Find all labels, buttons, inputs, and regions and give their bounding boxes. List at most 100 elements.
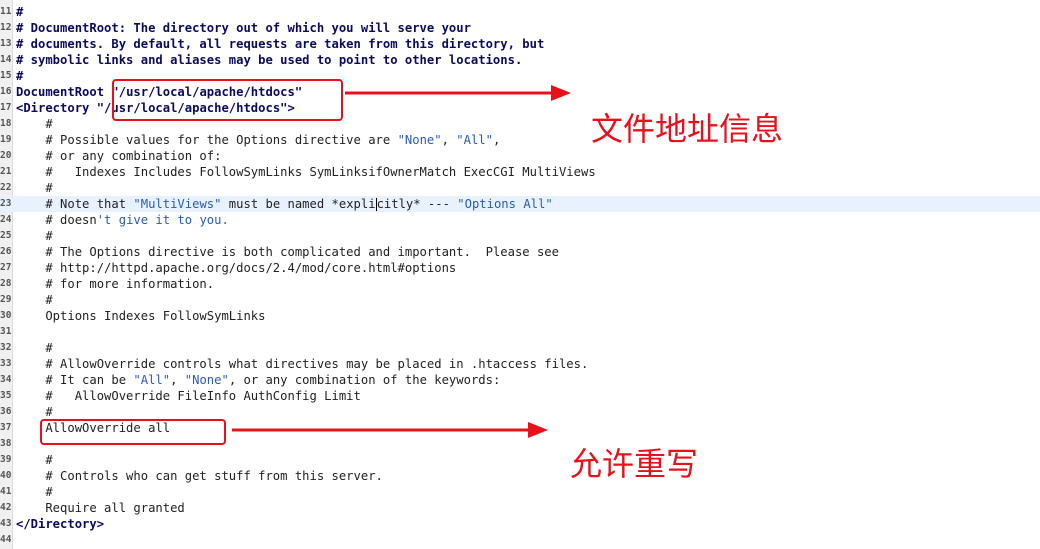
line-number: 37: [0, 422, 12, 433]
code-line[interactable]: 12 # DocumentRoot: The directory out of w…: [0, 20, 1040, 36]
line-number: 32: [0, 342, 12, 353]
line-text: #: [16, 452, 52, 468]
line-number: 36: [0, 406, 12, 417]
code-token: # The Options directive is both complica…: [16, 245, 559, 259]
line-number: 14: [0, 54, 12, 65]
code-line[interactable]: 21 # Indexes Includes FollowSymLinks Sym…: [0, 164, 1040, 180]
code-line[interactable]: 20 # or any combination of:: [0, 148, 1040, 164]
line-number: 39: [0, 454, 12, 465]
line-text: #: [16, 292, 52, 308]
code-line[interactable]: 43 </Directory>: [0, 516, 1040, 532]
code-line[interactable]: 31: [0, 324, 1040, 340]
line-number: 34: [0, 374, 12, 385]
line-number: 11: [0, 6, 12, 17]
code-line[interactable]: 35 # AllowOverride FileInfo AuthConfig L…: [0, 388, 1040, 404]
code-token: # Controls who can get stuff from this s…: [16, 469, 383, 483]
code-token: # AllowOverride controls what directives…: [16, 357, 589, 371]
code-line[interactable]: 11 #: [0, 4, 1040, 20]
code-line[interactable]: 39 #: [0, 452, 1040, 468]
code-line[interactable]: 13 # documents. By default, all requests …: [0, 36, 1040, 52]
code-line[interactable]: 25 #: [0, 228, 1040, 244]
code-token: Require all granted: [16, 501, 185, 515]
code-line[interactable]: 33 # AllowOverride controls what directi…: [0, 356, 1040, 372]
line-number: 41: [0, 486, 12, 497]
line-number: 30: [0, 310, 12, 321]
code-line[interactable]: 41 #: [0, 484, 1040, 500]
line-text: # symbolic links and aliases may be used…: [16, 52, 522, 68]
line-text: </Directory>: [16, 516, 104, 532]
code-line[interactable]: 23 # Note that "MultiViews" must be name…: [0, 196, 1040, 212]
line-text: # AllowOverride FileInfo AuthConfig Limi…: [16, 388, 361, 404]
line-number: 21: [0, 166, 12, 177]
line-text: # Note that "MultiViews" must be named *…: [16, 196, 553, 212]
line-number: 26: [0, 246, 12, 257]
allowoverride-highlight: [40, 419, 226, 445]
code-token: <Directory: [16, 101, 97, 115]
code-editor[interactable]: 11 #12 # DocumentRoot: The directory out o…: [0, 0, 1040, 549]
code-line[interactable]: 32 #: [0, 340, 1040, 356]
code-line[interactable]: 34 # It can be "All", "None", or any com…: [0, 372, 1040, 388]
docroot-annotation-label: 文件地址信息: [591, 110, 784, 148]
code-token: ,: [492, 133, 501, 147]
code-token: # It can be: [16, 373, 134, 387]
line-text: # http://httpd.apache.org/docs/2.4/mod/c…: [16, 260, 456, 276]
code-token: must be named *expli: [221, 197, 376, 211]
code-token: ,: [170, 373, 185, 387]
code-token: # for more information.: [16, 277, 215, 291]
code-token: # Indexes Includes FollowSymLinks SymLin…: [16, 165, 596, 179]
line-number: 16: [0, 86, 12, 97]
code-token: DocumentRoot: [16, 85, 112, 99]
line-number: 17: [0, 102, 12, 113]
code-line[interactable]: 29 #: [0, 292, 1040, 308]
line-text: # The Options directive is both complica…: [16, 244, 559, 260]
line-number: 31: [0, 326, 12, 337]
code-line[interactable]: 26 # The Options directive is both compl…: [0, 244, 1040, 260]
code-line[interactable]: 22 #: [0, 180, 1040, 196]
line-number: 33: [0, 358, 12, 369]
code-line[interactable]: 28 # for more information.: [0, 276, 1040, 292]
code-token: # AllowOverride FileInfo AuthConfig Limi…: [16, 389, 361, 403]
code-token: "MultiViews": [133, 197, 222, 211]
line-number: 42: [0, 502, 12, 513]
code-line[interactable]: 14 # symbolic links and aliases may be us…: [0, 52, 1040, 68]
code-line[interactable]: 42 Require all granted: [0, 500, 1040, 516]
code-token: # or any combination of:: [16, 149, 222, 163]
line-text: Require all granted: [16, 500, 185, 516]
code-token: </Directory>: [16, 517, 105, 531]
code-line[interactable]: 24 # doesn't give it to you.: [0, 212, 1040, 228]
allowoverride-annotation-label: 允许重写: [570, 445, 699, 483]
line-number: 19: [0, 134, 12, 145]
line-number: 25: [0, 230, 12, 241]
line-number: 24: [0, 214, 12, 225]
line-number: 13: [0, 38, 12, 49]
line-text: #: [16, 404, 52, 420]
code-token: #: [16, 181, 53, 195]
code-token: #: [16, 69, 24, 83]
line-text: # Indexes Includes FollowSymLinks SymLin…: [16, 164, 596, 180]
line-number: 40: [0, 470, 12, 481]
code-line[interactable]: 19 # Possible values for the Options dir…: [0, 132, 1040, 148]
line-text: # It can be "All", "None", or any combin…: [16, 372, 500, 388]
line-text: # Controls who can get stuff from this s…: [16, 468, 383, 484]
line-text: #: [16, 4, 23, 20]
code-token: #: [16, 5, 24, 19]
code-token: ,: [441, 133, 457, 147]
line-number: 20: [0, 150, 12, 161]
code-token: # Note that: [16, 197, 134, 211]
line-number: 15: [0, 70, 12, 81]
code-line[interactable]: 40 # Controls who can get stuff from thi…: [0, 468, 1040, 484]
code-token: "All": [456, 133, 493, 147]
code-line[interactable]: 44: [0, 532, 1040, 548]
code-token: # documents. By default, all requests ar…: [16, 37, 545, 51]
line-text: #: [16, 116, 52, 132]
line-text: # for more information.: [16, 276, 214, 292]
line-text: #: [16, 180, 53, 196]
line-text: # documents. By default, all requests ar…: [16, 36, 544, 52]
line-text: # Possible values for the Options direct…: [16, 132, 500, 148]
code-line[interactable]: 30 Options Indexes FollowSymLinks: [0, 308, 1040, 324]
code-line[interactable]: 27 # http://httpd.apache.org/docs/2.4/mo…: [0, 260, 1040, 276]
code-token: "None": [184, 373, 229, 387]
docroot-arrow-icon: [345, 85, 571, 101]
code-token: 't give it to you.: [96, 213, 229, 227]
code-line[interactable]: 36 #: [0, 404, 1040, 420]
